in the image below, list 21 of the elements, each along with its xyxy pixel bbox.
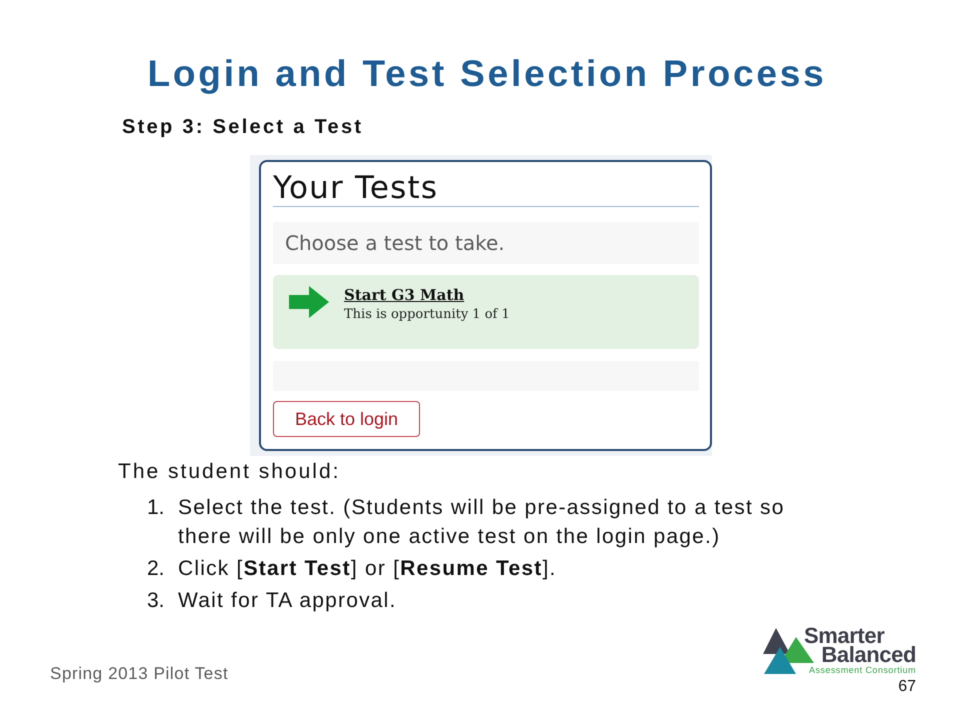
step-number: 3. xyxy=(147,588,166,614)
step-text: Click [Start Test] or [Resume Test]. xyxy=(178,556,558,582)
footer-text: Spring 2013 Pilot Test xyxy=(50,664,228,684)
test-link[interactable]: Start G3 Math xyxy=(344,286,464,304)
logo-tagline: Assessment Consortium xyxy=(809,665,916,675)
panel-heading: Your Tests xyxy=(273,171,699,207)
step-text: Wait for TA approval. xyxy=(178,588,398,614)
logo-wordmark: Smarter xyxy=(804,626,884,645)
lead-text: The student should: xyxy=(118,459,340,485)
arrow-icon xyxy=(289,286,329,318)
step-heading: Step 3: Select a Test xyxy=(122,115,364,139)
slide-title: Login and Test Selection Process xyxy=(146,53,828,95)
prompt-text: Choose a test to take. xyxy=(273,222,699,264)
test-card[interactable]: Start G3 Math This is opportunity 1 of 1 xyxy=(273,275,699,349)
opportunity-text: This is opportunity 1 of 1 xyxy=(344,307,510,322)
page-number: 67 xyxy=(898,678,916,696)
step-number: 2. xyxy=(147,556,166,582)
logo-wordmark: Balanced xyxy=(821,645,916,665)
step-number: 1. xyxy=(147,495,166,521)
back-button[interactable]: Back to login xyxy=(273,401,420,437)
step-text: Select the test. (Students will be pre-assigned to a test so there will be only one active test on the login page.) xyxy=(178,495,786,550)
